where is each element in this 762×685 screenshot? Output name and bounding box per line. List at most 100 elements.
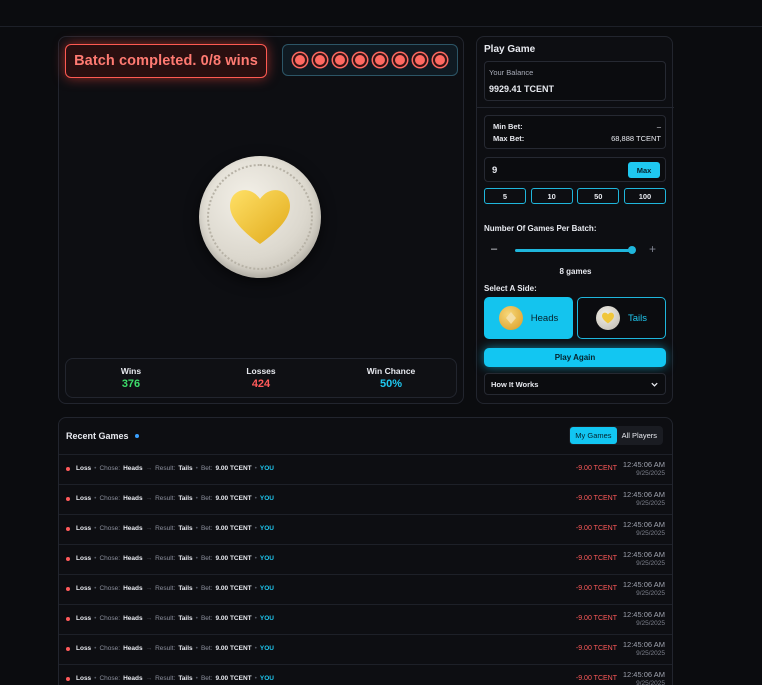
- payout-amount: -9.00 TCENT: [575, 465, 617, 472]
- losses-stat: Losses 424: [206, 366, 316, 390]
- quick-bet-50-button[interactable]: 50: [577, 188, 620, 204]
- result-label: Result:: [155, 675, 176, 682]
- batch-result-dot: [373, 53, 387, 67]
- loss-indicator-icon: [66, 586, 70, 591]
- result-status: Loss: [76, 465, 92, 472]
- recent-games-title: Recent Games: [66, 431, 139, 441]
- play-panel: Play Game Your Balance 9929.41 TCENT Min…: [476, 36, 674, 404]
- result-label: Result:: [155, 495, 176, 502]
- games-count: 8 games: [559, 267, 592, 276]
- heads-button[interactable]: Heads: [484, 297, 573, 339]
- games-slider-track[interactable]: [515, 249, 633, 252]
- time-value: 12:45:06 AM: [622, 490, 665, 499]
- how-it-works-toggle[interactable]: How It Works: [484, 373, 666, 395]
- bet-label: Bet:: [200, 615, 213, 622]
- batch-result-dot: [313, 53, 327, 67]
- game-summary: Loss • Chose: Heads → Result: Tails • Bet: 9.00 T…: [66, 675, 274, 682]
- table-row: Loss • Chose: Heads → Result: Tails • Bet: 9.00 T…: [59, 514, 672, 544]
- chose-label: Chose:: [99, 675, 121, 682]
- separator-dot: •: [94, 555, 97, 562]
- balance-label: Your Balance: [489, 68, 534, 77]
- chose-label: Chose:: [99, 555, 121, 562]
- outcome-side: Tails: [178, 585, 193, 592]
- recent-games-title-text: Recent Games: [66, 431, 129, 441]
- table-row: Loss • Chose: Heads → Result: Tails • Bet: 9.00 T…: [59, 604, 672, 634]
- arrow-icon: →: [145, 495, 153, 502]
- payout-amount: -9.00 TCENT: [575, 495, 617, 502]
- tab-my-games[interactable]: My Games: [570, 427, 617, 444]
- play-title: Play Game: [484, 44, 536, 55]
- separator-dot: •: [254, 585, 257, 592]
- wins-stat: Wins 376: [76, 366, 186, 390]
- games-slider-thumb[interactable]: [628, 246, 636, 254]
- chosen-side: Heads: [123, 615, 143, 622]
- quick-bet-100-button[interactable]: 100: [623, 188, 666, 204]
- date-value: 9/25/2025: [636, 590, 665, 597]
- recent-games-panel: Recent Games My Games All Players Loss • Ch…: [58, 417, 673, 685]
- chevron-down-icon: [651, 382, 658, 387]
- separator-dot: •: [254, 555, 257, 562]
- table-row: Loss • Chose: Heads → Result: Tails • Bet: 9.00 T…: [59, 634, 672, 664]
- batch-result-dot: [393, 53, 407, 67]
- time-value: 12:45:06 AM: [622, 640, 665, 649]
- result-label: Result:: [155, 525, 176, 532]
- loss-indicator-icon: [66, 676, 70, 681]
- result-status: Loss: [76, 555, 92, 562]
- date-value: 9/25/2025: [636, 530, 665, 537]
- time-value: 12:45:06 AM: [622, 580, 665, 589]
- max-bet-row: Max Bet: 68,888 TCENT: [493, 134, 661, 143]
- separator-dot: •: [254, 465, 257, 472]
- separator-dot: •: [195, 525, 198, 532]
- date-value: 9/25/2025: [636, 560, 665, 567]
- heart-icon: [230, 190, 290, 244]
- decrease-games-button[interactable]: –: [491, 243, 497, 255]
- arrow-icon: →: [145, 525, 153, 532]
- batch-result-dot: [433, 53, 447, 67]
- separator-dot: •: [94, 675, 97, 682]
- chose-label: Chose:: [99, 645, 121, 652]
- arrow-icon: →: [145, 615, 153, 622]
- chosen-side: Heads: [123, 465, 143, 472]
- tails-button[interactable]: Tails: [577, 297, 666, 339]
- time-value: 12:45:06 AM: [622, 610, 665, 619]
- separator-dot: •: [195, 585, 198, 592]
- chose-label: Chose:: [99, 465, 121, 472]
- quick-bet-10-button[interactable]: 10: [530, 188, 573, 204]
- result-label: Result:: [155, 465, 176, 472]
- bet-amount: 9.00 TCENT: [215, 525, 252, 532]
- arrow-icon: →: [145, 675, 153, 682]
- play-again-button[interactable]: Play Again: [484, 348, 666, 367]
- timestamp: 12:45:06 AM 9/25/2025: [623, 490, 665, 508]
- divider: [477, 107, 674, 108]
- top-bar: [0, 0, 762, 27]
- date-value: 9/25/2025: [636, 500, 665, 507]
- game-summary: Loss • Chose: Heads → Result: Tails • Bet: 9.00 T…: [66, 465, 274, 472]
- you-badge: YOU: [259, 465, 274, 472]
- result-label: Result:: [155, 645, 176, 652]
- chose-label: Chose:: [99, 495, 121, 502]
- date-value: 9/25/2025: [636, 470, 665, 477]
- select-side-label: Select A Side:: [484, 284, 537, 293]
- time-value: 12:45:06 AM: [622, 520, 665, 529]
- payout-amount: -9.00 TCENT: [575, 615, 617, 622]
- bet-amount: 9.00 TCENT: [215, 675, 252, 682]
- timestamp: 12:45:06 AM 9/25/2025: [623, 580, 665, 598]
- chose-label: Chose:: [99, 615, 121, 622]
- losses-label: Losses: [246, 366, 276, 376]
- losses-value: 424: [251, 378, 271, 390]
- tails-label: Tails: [627, 312, 647, 324]
- game-summary: Loss • Chose: Heads → Result: Tails • Bet: 9.00 T…: [66, 555, 274, 562]
- separator-dot: •: [254, 645, 257, 652]
- bet-label: Bet:: [200, 555, 213, 562]
- increase-games-button[interactable]: +: [649, 242, 656, 256]
- outcome-side: Tails: [178, 615, 193, 622]
- result-label: Result:: [155, 585, 176, 592]
- tab-all-players[interactable]: All Players: [617, 427, 662, 444]
- max-bet-button[interactable]: Max: [628, 162, 660, 178]
- quick-bet-5-button[interactable]: 5: [484, 188, 526, 204]
- side-selector: Heads Tails: [484, 297, 666, 339]
- game-summary: Loss • Chose: Heads → Result: Tails • Bet: 9.00 T…: [66, 495, 274, 502]
- result-label: Result:: [155, 615, 176, 622]
- bet-amount-input[interactable]: 9 Max: [484, 157, 666, 182]
- bet-label: Bet:: [200, 645, 213, 652]
